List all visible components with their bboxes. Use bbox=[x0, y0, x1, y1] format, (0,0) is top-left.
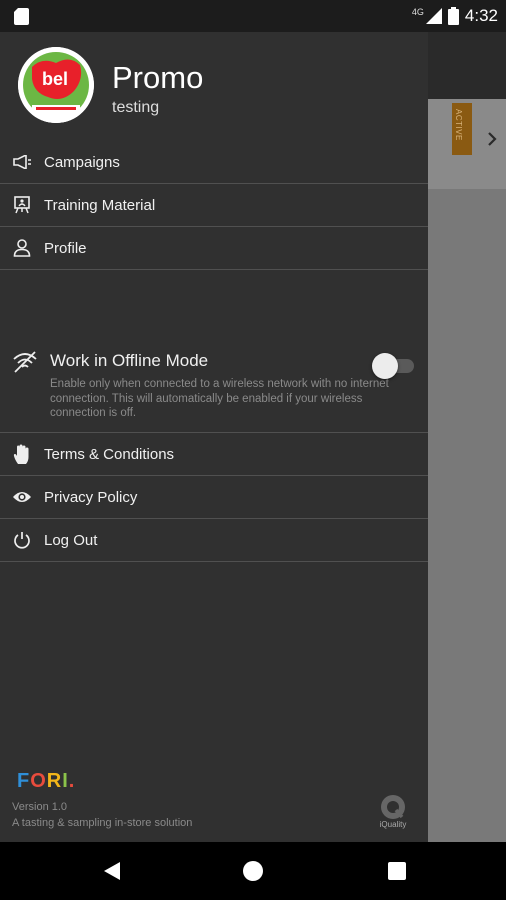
system-nav-bar bbox=[0, 842, 506, 900]
menu-label: Terms & Conditions bbox=[44, 445, 175, 463]
battery-icon bbox=[447, 7, 459, 25]
status-bar: 4G 4:32 bbox=[0, 0, 506, 32]
sim-card-icon bbox=[14, 8, 29, 25]
menu-item-training-material[interactable]: Training Material bbox=[0, 184, 428, 227]
background-app[interactable]: ACTIVE bbox=[428, 32, 506, 842]
megaphone-icon bbox=[0, 155, 44, 169]
network-type: 4G bbox=[411, 7, 424, 17]
ribbon-label: ACTIVE bbox=[454, 109, 463, 141]
offline-mode-toggle[interactable] bbox=[372, 351, 416, 379]
iquality-label: iQuality bbox=[379, 820, 407, 829]
menu-label: Training Material bbox=[44, 196, 156, 214]
eye-icon bbox=[0, 490, 44, 504]
app-version: Version 1.0 bbox=[12, 801, 68, 813]
recents-square-icon bbox=[388, 862, 406, 880]
menu-item-terms-conditions[interactable]: Terms & Conditions bbox=[0, 433, 428, 476]
bel-logo-icon: bel bbox=[18, 47, 94, 123]
background-toolbar bbox=[428, 32, 506, 99]
presentation-icon bbox=[0, 196, 44, 214]
nav-home-button[interactable] bbox=[240, 858, 266, 884]
navigation-drawer: bel Promo testing Campaigns Training Mat… bbox=[0, 32, 428, 842]
svg-text:bel: bel bbox=[42, 69, 68, 89]
nav-back-button[interactable] bbox=[98, 858, 124, 884]
menu-label: Log Out bbox=[44, 531, 98, 549]
brand-avatar: bel bbox=[18, 47, 94, 123]
app-title: Promo bbox=[112, 60, 204, 95]
menu-item-log-out[interactable]: Log Out bbox=[0, 519, 428, 562]
active-ribbon: ACTIVE bbox=[452, 103, 472, 155]
offline-mode-description: Enable only when connected to a wireless… bbox=[50, 378, 389, 419]
toggle-thumb bbox=[372, 353, 398, 379]
person-icon bbox=[0, 239, 44, 257]
wifi-off-icon bbox=[13, 351, 37, 373]
nav-recents-button[interactable] bbox=[384, 858, 410, 884]
menu-item-campaigns[interactable]: Campaigns bbox=[0, 141, 428, 184]
home-circle-icon bbox=[243, 861, 263, 881]
menu-item-privacy-policy[interactable]: Privacy Policy bbox=[0, 476, 428, 519]
power-icon bbox=[0, 531, 44, 549]
hand-icon bbox=[0, 444, 44, 464]
offline-mode-setting: Work in Offline Mode Enable only when co… bbox=[0, 337, 428, 433]
signal-icon bbox=[425, 8, 442, 24]
background-campaign-card[interactable]: ACTIVE bbox=[428, 99, 506, 189]
menu-label: Privacy Policy bbox=[44, 488, 138, 506]
menu-item-profile[interactable]: Profile bbox=[0, 227, 428, 270]
chevron-right-icon[interactable] bbox=[486, 131, 498, 147]
offline-mode-title: Work in Offline Mode bbox=[50, 351, 209, 370]
drawer-header: bel Promo testing bbox=[0, 32, 428, 142]
app-tagline: A tasting & sampling in-store solution bbox=[12, 817, 193, 829]
back-triangle-icon bbox=[104, 862, 120, 880]
fori-logo: FORI. bbox=[17, 770, 76, 792]
clock: 4:32 bbox=[464, 6, 498, 25]
app-subtitle: testing bbox=[112, 99, 160, 116]
menu-label: Profile bbox=[44, 239, 87, 257]
menu-label: Campaigns bbox=[44, 153, 120, 171]
